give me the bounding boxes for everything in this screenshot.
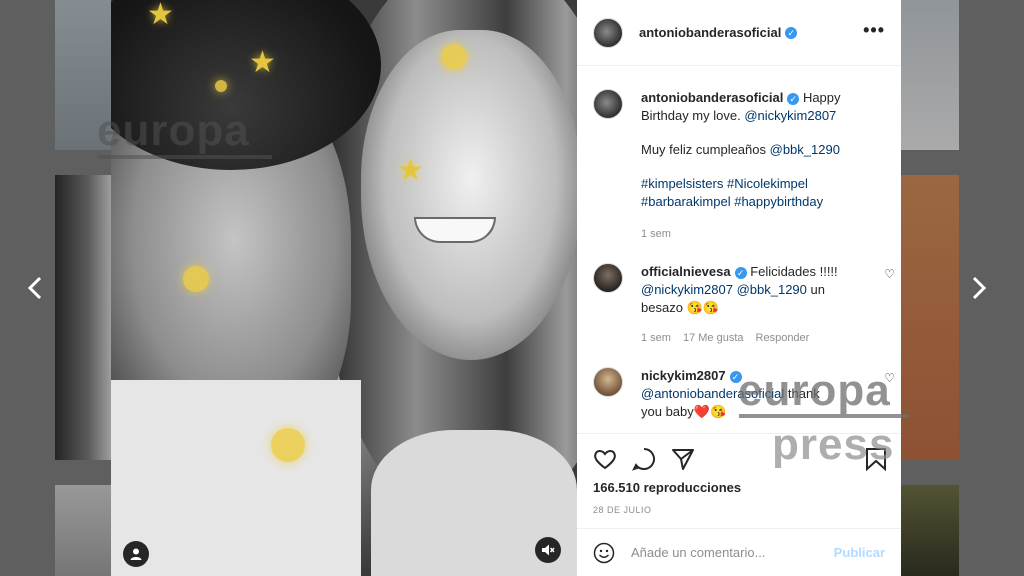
- glitter-dot: [215, 80, 227, 92]
- emoji-icon[interactable]: [593, 542, 615, 564]
- avatar[interactable]: [593, 263, 623, 293]
- user-icon: [130, 548, 142, 560]
- mention-link[interactable]: @nickykim2807: [641, 282, 733, 297]
- star-sticker: ★: [147, 0, 174, 31]
- caption: antoniobanderasoficial ✓ Happy Birthday m…: [593, 89, 885, 243]
- watermark-line: [739, 414, 909, 418]
- post-date[interactable]: 28 DE JULIO: [593, 505, 652, 515]
- post-username[interactable]: antoniobanderasoficial: [639, 25, 781, 40]
- hashtag-links[interactable]: #barbarakimpel #happybirthday: [641, 193, 885, 211]
- watermark-text: press: [772, 420, 895, 469]
- tagged-users-button[interactable]: [123, 541, 149, 567]
- caption-username[interactable]: antoniobanderasoficial: [641, 90, 783, 105]
- avatar[interactable]: [593, 17, 623, 48]
- watermark-line: [98, 155, 272, 159]
- reply-button[interactable]: Responder: [756, 329, 810, 347]
- mute-button[interactable]: [535, 537, 561, 563]
- comment-time[interactable]: 1 sem: [641, 329, 671, 347]
- star-sticker: ★: [397, 154, 424, 187]
- post-header: antoniobanderasoficial ✓ •••: [577, 0, 901, 66]
- glitter-dot: [441, 44, 467, 70]
- glitter-dot: [183, 266, 209, 292]
- mention-link[interactable]: @nickykim2807: [744, 108, 836, 123]
- avatar[interactable]: [593, 89, 623, 119]
- avatar[interactable]: [593, 367, 623, 397]
- photo-shirt: [111, 380, 361, 576]
- verified-icon: ✓: [787, 92, 800, 105]
- caption-text: Birthday my love.: [641, 108, 741, 123]
- chevron-right-icon: [972, 276, 987, 300]
- comment-body: officialnievesa ✓ Felicidades !!!!! @nick…: [641, 263, 885, 347]
- view-count[interactable]: 166.510 reproducciones: [593, 480, 741, 495]
- caption-time[interactable]: 1 sem: [641, 225, 671, 243]
- add-comment-bar: Añade un comentario... Publicar: [577, 528, 901, 576]
- caption-text: Muy feliz cumpleaños: [641, 142, 766, 157]
- mute-icon: [542, 544, 555, 556]
- previous-post-button[interactable]: [24, 272, 46, 304]
- publish-button[interactable]: Publicar: [834, 545, 885, 560]
- comment: officialnievesa ✓ Felicidades !!!!! @nick…: [593, 263, 895, 347]
- share-icon[interactable]: [670, 446, 696, 472]
- mention-link[interactable]: @bbk_1290: [770, 142, 840, 157]
- comment-text: un: [810, 282, 825, 297]
- watermark-text: europa: [738, 366, 891, 415]
- comment-username[interactable]: nickykim2807: [641, 368, 726, 383]
- comment-input[interactable]: Añade un comentario...: [631, 545, 834, 560]
- comment-text: you baby: [641, 404, 694, 419]
- mention-link[interactable]: @bbk_1290: [737, 282, 807, 297]
- comment-username[interactable]: officialnievesa: [641, 264, 731, 279]
- star-sticker: ★: [249, 46, 276, 79]
- comment-icon[interactable]: [631, 446, 657, 472]
- caption-text: Happy: [802, 90, 841, 105]
- comment-text: Felicidades !!!!!: [750, 264, 838, 279]
- heart-icon[interactable]: [592, 446, 618, 472]
- verified-icon: ✓: [734, 266, 747, 279]
- comment-text: besazo: [641, 300, 683, 315]
- comment-emoji: 😘😘: [686, 300, 719, 315]
- next-post-button[interactable]: [968, 272, 990, 304]
- post-panel: antoniobanderasoficial ✓ ••• antonioband…: [577, 0, 901, 576]
- verified-icon: ✓: [785, 26, 798, 39]
- comment-likes[interactable]: 17 Me gusta: [683, 329, 744, 347]
- photo-face: [361, 30, 577, 360]
- post-media[interactable]: ★ ★ ★: [111, 0, 577, 576]
- glitter-dot: [271, 428, 305, 462]
- caption-body: antoniobanderasoficial ✓ Happy Birthday m…: [641, 89, 885, 243]
- chevron-left-icon: [27, 276, 42, 300]
- more-icon[interactable]: •••: [863, 21, 885, 41]
- comment-like-heart-icon[interactable]: ♡: [884, 267, 895, 281]
- hashtag-links[interactable]: #kimpelsisters #Nicolekimpel: [641, 175, 885, 193]
- comment-emoji: ❤️😘: [693, 404, 727, 419]
- watermark-text: europa: [97, 106, 250, 155]
- photo-smile: [414, 217, 496, 243]
